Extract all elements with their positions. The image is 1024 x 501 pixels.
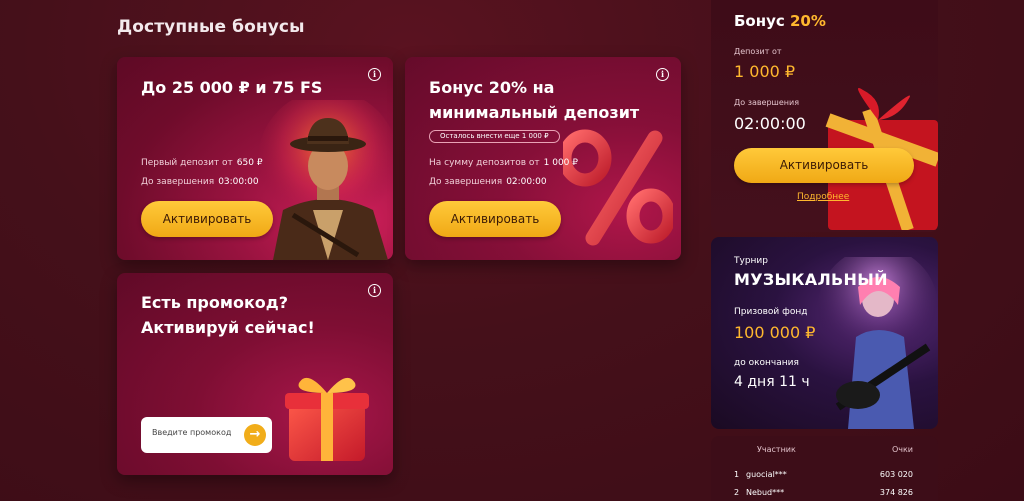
until-end-info: До завершения 02:00:00 bbox=[429, 177, 547, 187]
side-bonus-title-prefix: Бонус bbox=[734, 12, 790, 30]
player-points: 603 020 bbox=[879, 470, 913, 479]
promo-title-line1: Есть промокод? bbox=[141, 293, 288, 312]
leaderboard-row: 1 guocial*** 603 020 bbox=[711, 470, 938, 482]
details-link[interactable]: Подробнее bbox=[797, 192, 849, 202]
leaderboard-row: 2 Nebud*** 374 826 bbox=[711, 488, 938, 500]
rank: 2 bbox=[734, 488, 740, 497]
min-deposit-bonus-card: i Бонус 20% на минимальный депозит Остал… bbox=[405, 57, 681, 260]
until-end-label: До завершения bbox=[141, 177, 215, 187]
deposit-value: 1 000 ₽ bbox=[734, 62, 796, 81]
promo-title-line2: Активируй сейчас! bbox=[141, 318, 315, 337]
prize-label: Призовой фонд bbox=[734, 307, 808, 317]
player-name: guocial*** bbox=[746, 470, 787, 479]
sum-label: На сумму депозитов от bbox=[429, 158, 540, 168]
promo-code-card: i Есть промокод? Активируй сейчас! → bbox=[117, 273, 393, 475]
first-deposit-value: 650 ₽ bbox=[236, 158, 263, 168]
remaining-badge: Осталось внести еще 1 000 ₽ bbox=[429, 130, 560, 143]
participant-header: Участник bbox=[757, 445, 796, 454]
ends-value: 4 дня 11 ч bbox=[734, 374, 810, 390]
player-points: 374 826 bbox=[879, 488, 913, 497]
card-title: До 25 000 ₽ и 75 FS bbox=[141, 78, 323, 97]
gift-icon bbox=[285, 377, 369, 461]
promo-code-input[interactable] bbox=[152, 428, 242, 437]
until-value: 02:00:00 bbox=[734, 114, 806, 133]
side-bonus-card: Бонус 20% Депозит от 1 000 ₽ До завершен… bbox=[711, 0, 938, 232]
prize-value: 100 000 ₽ bbox=[734, 323, 816, 342]
tournament-name: МУЗЫКАЛЬНЫЙ bbox=[734, 270, 888, 289]
deposit-bonus-card: i До 25 000 ₽ и 75 FS Первый депозит от 6… bbox=[117, 57, 393, 260]
card-title-line1: Бонус 20% на bbox=[429, 78, 555, 97]
until-end-label: До завершения bbox=[429, 177, 503, 187]
deposit-label: Депозит от bbox=[734, 47, 782, 56]
info-icon[interactable]: i bbox=[368, 68, 381, 81]
leaderboard: Участник Очки 1 guocial*** 603 020 2 Neb… bbox=[711, 436, 938, 501]
first-deposit-info: Первый депозит от 650 ₽ bbox=[141, 158, 263, 168]
first-deposit-label: Первый депозит от bbox=[141, 158, 233, 168]
info-icon[interactable]: i bbox=[656, 68, 669, 81]
activate-button[interactable]: Активировать bbox=[141, 201, 273, 237]
percent-icon bbox=[563, 129, 673, 246]
info-icon[interactable]: i bbox=[368, 284, 381, 297]
sum-info: На сумму депозитов от 1 000 ₽ bbox=[429, 158, 578, 168]
points-header: Очки bbox=[891, 445, 913, 454]
card-title-line2: минимальный депозит bbox=[429, 103, 640, 122]
until-end-value: 02:00:00 bbox=[506, 177, 547, 187]
until-end-info: До завершения 03:00:00 bbox=[141, 177, 259, 187]
section-title: Доступные бонусы bbox=[117, 17, 305, 37]
activate-button[interactable]: Активировать bbox=[734, 148, 914, 183]
sum-value: 1 000 ₽ bbox=[543, 158, 578, 168]
arrow-right-icon[interactable]: → bbox=[244, 424, 266, 446]
until-label: До завершения bbox=[734, 98, 800, 107]
player-name: Nebud*** bbox=[746, 488, 785, 497]
until-end-value: 03:00:00 bbox=[218, 177, 259, 187]
promo-input-box: → bbox=[141, 417, 272, 453]
tournament-card[interactable]: Турнир МУЗЫКАЛЬНЫЙ Призовой фонд 100 000… bbox=[711, 237, 938, 429]
activate-button[interactable]: Активировать bbox=[429, 201, 561, 237]
side-bonus-title-accent: 20% bbox=[790, 12, 826, 30]
adventurer-illustration bbox=[258, 100, 393, 260]
rank: 1 bbox=[734, 470, 740, 479]
tournament-label: Турнир bbox=[734, 256, 768, 266]
ends-label: до окончания bbox=[734, 358, 799, 368]
side-bonus-title: Бонус 20% bbox=[734, 12, 826, 30]
